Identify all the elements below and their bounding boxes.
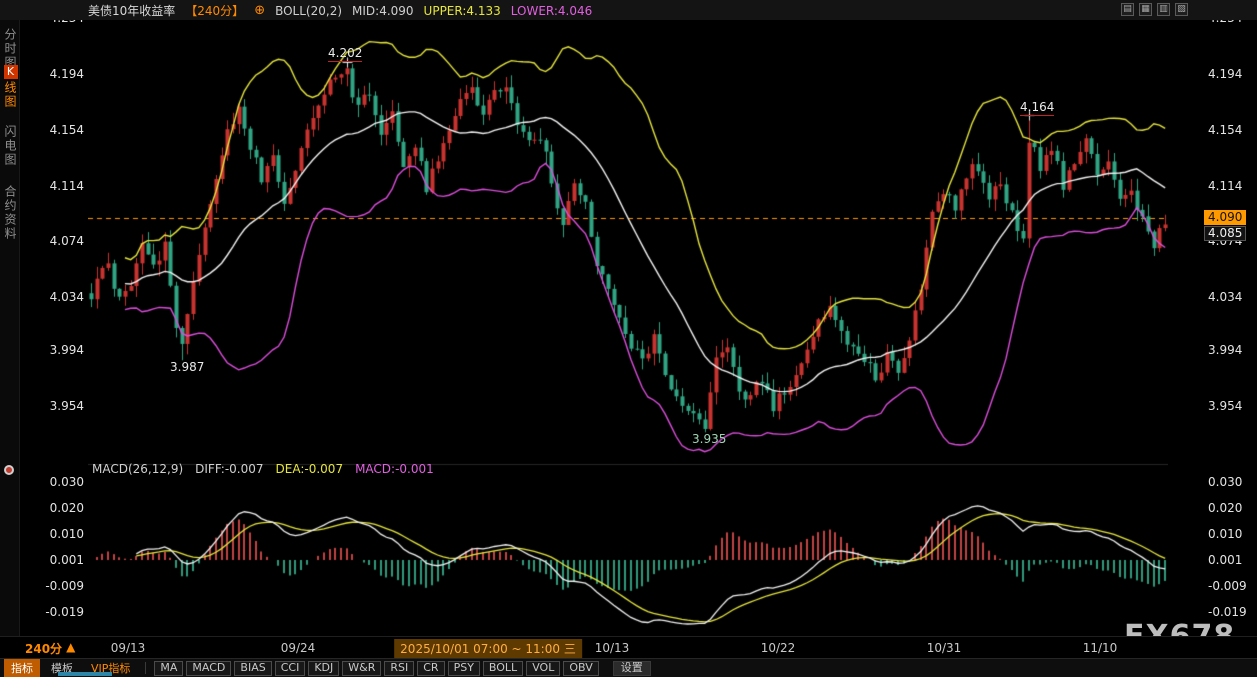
boll-lower-value: LOWER:4.046 <box>511 4 593 18</box>
macd-bar-value: MACD:-0.001 <box>355 462 434 476</box>
sidebar-item-time-chart[interactable]: 分时图 <box>2 28 19 70</box>
k-badge: K <box>4 65 18 79</box>
settings-button[interactable]: 设置 <box>613 661 651 676</box>
layout-grid-icon[interactable]: ▦ <box>1139 3 1152 16</box>
sidebar-item-label: 线图 <box>2 81 19 109</box>
indicator-button-list: MAMACDBIAS CCIKDJW&RRSICR PSYBOLLVOLOBV <box>154 661 598 676</box>
macd-diff-value: DIFF:-0.007 <box>195 462 263 476</box>
price-annotation-low: 3.987 <box>170 360 204 374</box>
indicator-button-vol[interactable]: VOL <box>526 661 560 676</box>
sidebar-item-kline-chart[interactable]: K 线图 <box>2 65 19 109</box>
period-selector[interactable]: 240分 ▲ <box>25 640 75 657</box>
price-axis-tick: 4.074 <box>42 234 84 248</box>
price-axis-tick: 4.034 <box>1208 290 1250 304</box>
indicator-button-psy[interactable]: PSY <box>448 661 480 676</box>
macd-axis-tick: 0.030 <box>42 475 84 489</box>
layout-grid-icon[interactable]: ▤ <box>1121 3 1134 16</box>
price-axis-tick: 4.154 <box>42 123 84 137</box>
sidebar-item-label: 合约资料 <box>2 185 19 241</box>
price-axis-tick: 4.194 <box>1208 67 1250 81</box>
macd-axis-tick: -0.019 <box>1208 605 1250 619</box>
price-axis-tick: 3.954 <box>1208 399 1250 413</box>
indicator-button-obv[interactable]: OBV <box>563 661 598 676</box>
refresh-icon[interactable]: ⊕ <box>254 3 265 18</box>
boll-mid-value: MID:4.090 <box>352 4 414 18</box>
tab-indicators[interactable]: 指标 <box>4 659 40 677</box>
sidebar-item-contract-info[interactable]: 合约资料 <box>2 185 19 241</box>
indicator-button-ma[interactable]: MA <box>154 661 183 676</box>
sidebar-item-flash-chart[interactable]: 闪电图 <box>2 125 19 167</box>
macd-header: MACD(26,12,9) DIFF:-0.007 DEA:-0.007 MAC… <box>92 462 434 476</box>
price-axis-tick: 4.194 <box>42 67 84 81</box>
instrument-title: 美债10年收益率 <box>88 2 175 19</box>
indicator-button-rsi[interactable]: RSI <box>384 661 414 676</box>
time-axis-label: 10/22 <box>761 641 796 655</box>
sidebar: 分时图 K 线图 闪电图 合约资料 <box>0 20 20 657</box>
topbar: 美债10年收益率 【240分】 ⊕ BOLL(20,2) MID:4.090 U… <box>0 0 1257 20</box>
bottom-toolbar: 指标 模板 VIP指标 MAMACDBIASCCIKDJW&RRSICRPSYB… <box>0 658 1257 677</box>
macd-axis-tick: -0.019 <box>42 605 84 619</box>
chart-canvas[interactable] <box>88 20 1168 636</box>
selected-bar-time: 2025/10/01 07:00 ~ 11:00 三 <box>394 639 582 658</box>
indicator-button-bias[interactable]: BIAS <box>234 661 271 676</box>
time-axis-label: 09/24 <box>281 641 316 655</box>
time-axis-label: 11/10 <box>1083 641 1118 655</box>
time-axis-label: 09/13 <box>111 641 146 655</box>
time-axis: 240分 ▲ 2025/10/01 07:00 ~ 11:00 三 09/13 0… <box>0 636 1257 658</box>
indicator-button-cr[interactable]: CR <box>417 661 444 676</box>
layout-controls: ▤ ▦ ▥ ▧ <box>1121 3 1188 16</box>
period-selector-label: 240分 <box>25 640 62 657</box>
indicator-button-cci[interactable]: CCI <box>275 661 306 676</box>
macd-axis-tick: 0.010 <box>42 527 84 541</box>
indicator-button-wr[interactable]: W&R <box>342 661 381 676</box>
sidebar-item-label: 闪电图 <box>2 125 19 167</box>
price-axis-tick: 4.034 <box>42 290 84 304</box>
toolbar-separator <box>145 662 146 674</box>
indicator-button-boll[interactable]: BOLL <box>483 661 523 676</box>
macd-axis-tick: -0.009 <box>1208 579 1250 593</box>
macd-dea-value: DEA:-0.007 <box>276 462 344 476</box>
price-axis-tick: 4.154 <box>1208 123 1250 137</box>
indicator-button-macd[interactable]: MACD <box>186 661 231 676</box>
scrollbar-thumb[interactable] <box>58 672 112 676</box>
macd-axis-tick: 0.001 <box>42 553 84 567</box>
price-axis-right: 4.2344.1944.1544.1144.0744.0343.9943.954… <box>1208 0 1250 677</box>
price-annotation-low: 3.935 <box>692 432 726 446</box>
last-price-tag: 4.090 <box>1204 210 1246 225</box>
macd-axis-tick: 0.020 <box>1208 501 1250 515</box>
layout-grid-icon[interactable]: ▧ <box>1175 3 1188 16</box>
macd-axis-tick: 0.010 <box>1208 527 1250 541</box>
indicator-button-kdj[interactable]: KDJ <box>308 661 339 676</box>
price-axis-tick: 3.994 <box>42 343 84 357</box>
price-annotation-high: 4.202 <box>328 46 362 62</box>
secondary-price-tag: 4.085 <box>1204 226 1246 241</box>
chart-header: 美债10年收益率 【240分】 ⊕ BOLL(20,2) MID:4.090 U… <box>88 2 592 19</box>
sidebar-item-label: 分时图 <box>2 28 19 70</box>
boll-upper-value: UPPER:4.133 <box>424 4 501 18</box>
layout-grid-icon[interactable]: ▥ <box>1157 3 1170 16</box>
record-dot-icon[interactable] <box>4 465 14 475</box>
time-axis-label: 10/13 <box>595 641 630 655</box>
price-axis-tick: 3.994 <box>1208 343 1250 357</box>
price-axis-left: 4.2344.1944.1544.1144.0744.0343.9943.954… <box>42 0 84 677</box>
time-axis-label: 10/31 <box>927 641 962 655</box>
macd-axis-tick: 0.030 <box>1208 475 1250 489</box>
macd-axis-tick: 0.001 <box>1208 553 1250 567</box>
macd-params-label: MACD(26,12,9) <box>92 462 183 476</box>
macd-axis-tick: 0.020 <box>42 501 84 515</box>
dropdown-arrow-icon: ▲ <box>66 640 75 657</box>
period-label: 【240分】 <box>185 2 244 19</box>
boll-indicator-label: BOLL(20,2) <box>275 4 342 18</box>
price-axis-tick: 4.114 <box>42 179 84 193</box>
macd-axis-tick: -0.009 <box>42 579 84 593</box>
price-axis-tick: 3.954 <box>42 399 84 413</box>
price-annotation-high: 4.164 <box>1020 100 1054 116</box>
price-axis-tick: 4.114 <box>1208 179 1250 193</box>
